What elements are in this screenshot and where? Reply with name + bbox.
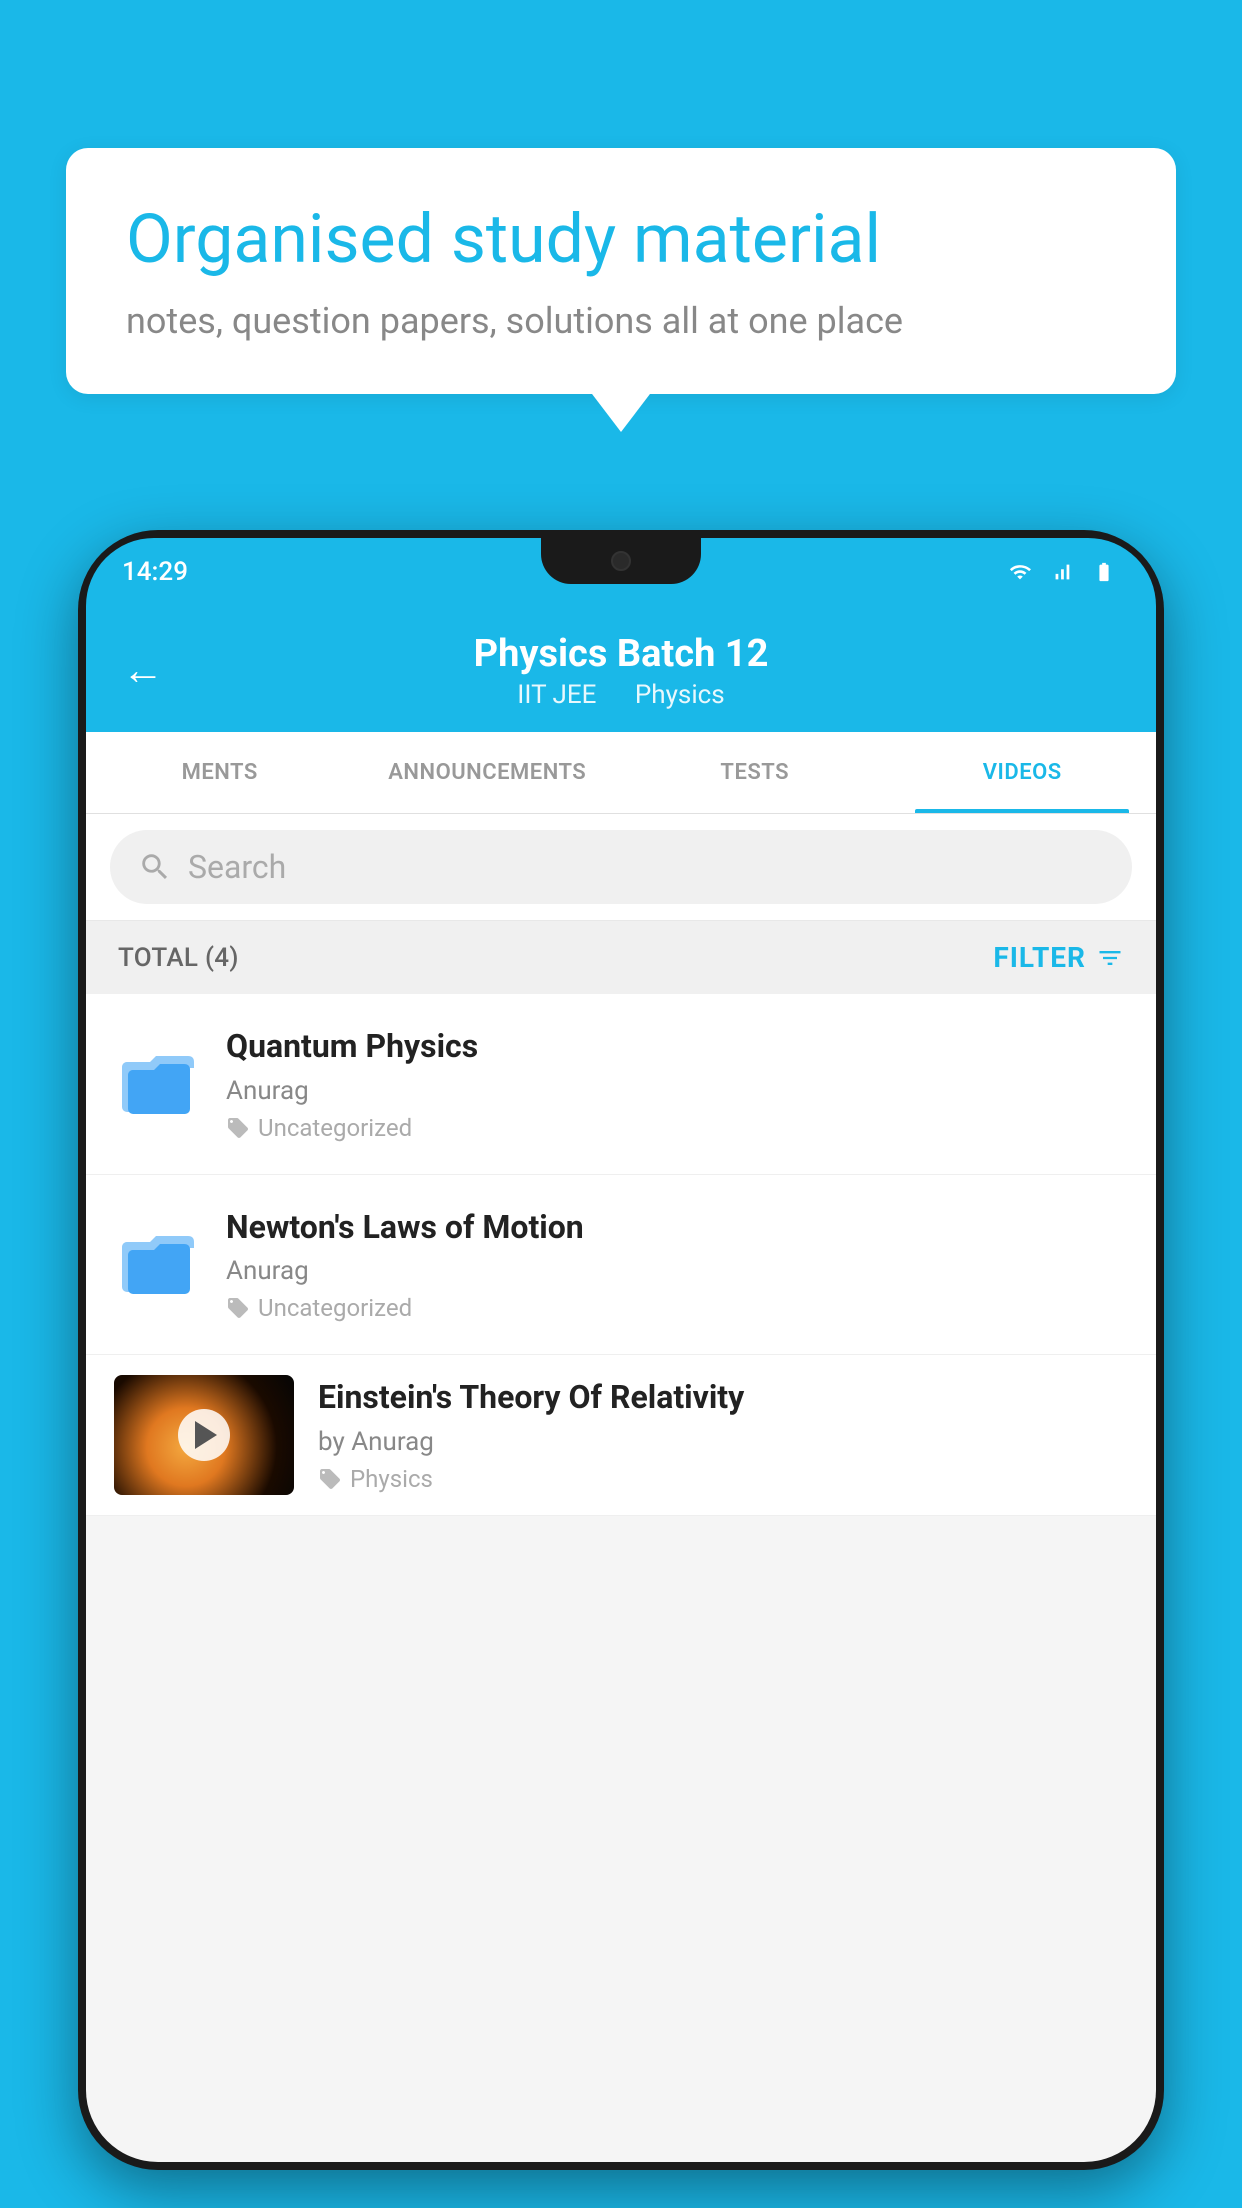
video-tag: Uncategorized [226, 1294, 1128, 1322]
video-info: Einstein's Theory Of Relativity by Anura… [318, 1377, 1128, 1493]
status-bar: 14:29 [86, 538, 1156, 606]
header-title-group: Physics Batch 12 IIT JEE Physics [474, 632, 769, 710]
signal-icon [1046, 561, 1078, 583]
search-container: Search [86, 814, 1156, 921]
tag-icon [226, 1116, 250, 1140]
tag-icon [226, 1296, 250, 1320]
video-info: Newton's Laws of Motion Anurag Uncategor… [226, 1207, 1128, 1323]
video-author: Anurag [226, 1256, 1128, 1286]
bubble-title: Organised study material [126, 200, 1116, 278]
video-tag-text: Physics [350, 1465, 433, 1493]
list-item[interactable]: Newton's Laws of Motion Anurag Uncategor… [86, 1175, 1156, 1356]
speech-bubble: Organised study material notes, question… [66, 148, 1176, 394]
search-input[interactable]: Search [188, 848, 286, 886]
wifi-icon [1004, 561, 1036, 583]
video-tag-text: Uncategorized [258, 1294, 412, 1322]
video-tag: Uncategorized [226, 1114, 1128, 1142]
subtitle-iitjee: IIT JEE [517, 680, 596, 710]
speech-bubble-container: Organised study material notes, question… [66, 148, 1176, 394]
video-title: Newton's Laws of Motion [226, 1207, 1128, 1249]
phone-frame: 14:29 ← [78, 530, 1164, 2170]
video-list: Quantum Physics Anurag Uncategorized [86, 994, 1156, 1516]
filter-label: FILTER [993, 941, 1086, 974]
video-tag-text: Uncategorized [258, 1114, 412, 1142]
header-subtitle: IIT JEE Physics [474, 680, 769, 710]
folder-icon [118, 1228, 198, 1300]
list-item[interactable]: Quantum Physics Anurag Uncategorized [86, 994, 1156, 1175]
phone-screen: ← Physics Batch 12 IIT JEE Physics MENTS… [86, 606, 1156, 2162]
video-thumbnail [114, 1375, 294, 1495]
video-title: Einstein's Theory Of Relativity [318, 1377, 1128, 1419]
video-info: Quantum Physics Anurag Uncategorized [226, 1026, 1128, 1142]
filter-bar: TOTAL (4) FILTER [86, 921, 1156, 994]
tab-videos[interactable]: VIDEOS [889, 732, 1157, 813]
bubble-subtitle: notes, question papers, solutions all at… [126, 300, 1116, 342]
video-title: Quantum Physics [226, 1026, 1128, 1068]
play-triangle [195, 1421, 217, 1449]
tabs-bar: MENTS ANNOUNCEMENTS TESTS VIDEOS [86, 732, 1156, 814]
subtitle-physics: Physics [635, 680, 725, 710]
tab-announcements[interactable]: ANNOUNCEMENTS [354, 732, 622, 813]
total-count: TOTAL (4) [118, 943, 239, 973]
search-icon [138, 850, 172, 884]
tab-tests[interactable]: TESTS [621, 732, 889, 813]
filter-button[interactable]: FILTER [993, 941, 1124, 974]
status-icons [1004, 561, 1120, 583]
app-header: ← Physics Batch 12 IIT JEE Physics [86, 606, 1156, 732]
video-tag: Physics [318, 1465, 1128, 1493]
camera-dot [611, 551, 631, 571]
folder-icon-container [114, 1040, 202, 1128]
filter-icon [1096, 944, 1124, 972]
search-input-wrapper[interactable]: Search [110, 830, 1132, 904]
list-item[interactable]: Einstein's Theory Of Relativity by Anura… [86, 1355, 1156, 1516]
play-button-overlay[interactable] [178, 1409, 230, 1461]
tag-icon [318, 1467, 342, 1491]
video-author: by Anurag [318, 1427, 1128, 1457]
status-time: 14:29 [122, 557, 188, 587]
notch [541, 538, 701, 584]
header-title: Physics Batch 12 [474, 632, 769, 676]
tab-ments[interactable]: MENTS [86, 732, 354, 813]
back-button[interactable]: ← [122, 650, 164, 692]
phone-container: 14:29 ← [78, 530, 1164, 2208]
battery-icon [1088, 561, 1120, 583]
folder-icon [118, 1048, 198, 1120]
video-author: Anurag [226, 1076, 1128, 1106]
folder-icon-container [114, 1220, 202, 1308]
